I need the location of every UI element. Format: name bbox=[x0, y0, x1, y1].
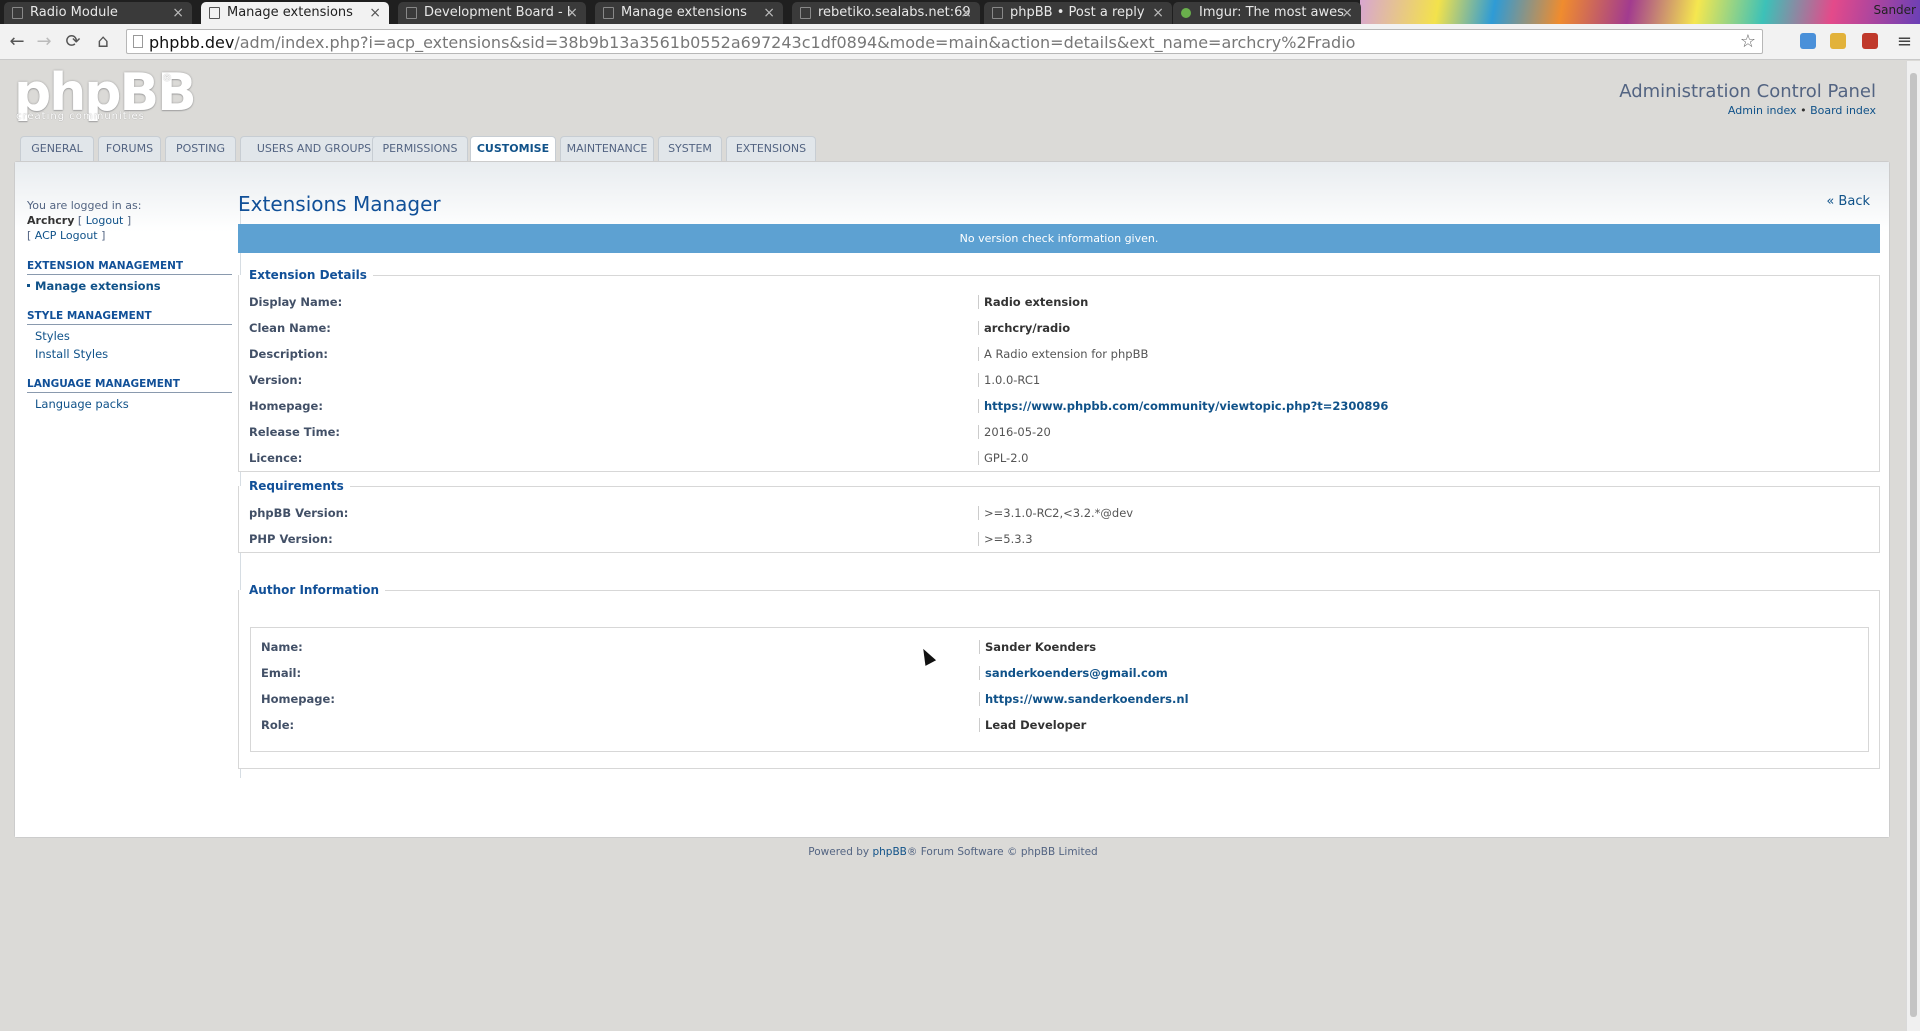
sidebar-heading-extension-management: EXTENSION MANAGEMENT bbox=[27, 260, 232, 275]
extension-icon[interactable] bbox=[1800, 33, 1816, 49]
tab-permissions[interactable]: PERMISSIONS bbox=[372, 136, 468, 161]
people-icon bbox=[992, 7, 1003, 19]
page-icon bbox=[133, 35, 143, 48]
browser-tab-3[interactable]: Development Board - I × bbox=[398, 2, 586, 24]
sidebar-item-language-packs[interactable]: Language packs bbox=[27, 393, 232, 411]
requirements-fieldset: Requirements phpBB Version: >=3.1.0-RC2,<… bbox=[238, 479, 1880, 553]
acp-title: Administration Control Panel bbox=[1619, 81, 1876, 102]
phpbb-logo[interactable]: phpBB creating communities ® bbox=[14, 63, 197, 125]
requirement-row-phpbb-version: phpBB Version: >=3.1.0-RC2,<3.2.*@dev bbox=[249, 506, 1134, 520]
logout-link[interactable]: Logout bbox=[86, 214, 124, 227]
requirements-legend: Requirements bbox=[249, 479, 344, 493]
browser-toolbar: ← → ⟳ ⌂ phpbb.dev/adm/index.php?i=acp_ex… bbox=[0, 24, 1920, 60]
close-icon[interactable]: × bbox=[960, 2, 972, 24]
tab-posting[interactable]: POSTING bbox=[165, 136, 236, 161]
page-icon bbox=[406, 7, 417, 19]
profile-name[interactable]: Sander bbox=[1873, 3, 1916, 17]
theme-artwork bbox=[1360, 0, 1920, 24]
sidebar-item-styles[interactable]: Styles bbox=[27, 325, 232, 343]
main-content: Extensions Manager « Back No version che… bbox=[238, 192, 1880, 769]
browser-tab-5[interactable]: rebetiko.sealabs.net:69 × bbox=[792, 2, 980, 24]
sidebar-heading-language-management: LANGUAGE MANAGEMENT bbox=[27, 378, 232, 393]
board-index-link[interactable]: Board index bbox=[1810, 104, 1876, 117]
author-homepage-link[interactable]: https://www.sanderkoenders.nl bbox=[979, 692, 1189, 706]
author-email-link[interactable]: sanderkoenders@gmail.com bbox=[979, 666, 1168, 680]
bookmark-star-icon[interactable]: ☆ bbox=[1740, 31, 1756, 52]
extension-details-fieldset: Extension Details Display Name: Radio ext… bbox=[238, 268, 1880, 472]
acp-logout-link[interactable]: ACP Logout bbox=[35, 229, 98, 242]
author-row-role: Role: Lead Developer bbox=[261, 718, 1087, 732]
page-icon bbox=[800, 7, 811, 19]
author-information-legend: Author Information bbox=[249, 583, 380, 597]
detail-row-homepage: Homepage: https://www.phpbb.com/community… bbox=[249, 399, 1389, 413]
tab-general[interactable]: GENERAL bbox=[20, 136, 94, 161]
content-panel: You are logged in as: Archcry [ Logout ]… bbox=[14, 161, 1890, 838]
author-row-name: Name: Sander Koenders bbox=[261, 640, 1097, 654]
imgur-icon bbox=[1181, 8, 1191, 18]
page-icon bbox=[12, 7, 23, 19]
username: Archcry bbox=[27, 214, 75, 227]
back-arrow-icon[interactable]: ← bbox=[6, 31, 28, 53]
author-information-fieldset: Author Information Name: Sander Koenders … bbox=[238, 583, 1880, 769]
extension-icon[interactable] bbox=[1830, 33, 1846, 49]
close-icon[interactable]: × bbox=[172, 2, 184, 24]
tab-system[interactable]: SYSTEM bbox=[658, 136, 722, 161]
requirement-row-php-version: PHP Version: >=5.3.3 bbox=[249, 532, 1033, 546]
browser-menu-icon[interactable]: ≡ bbox=[1897, 31, 1912, 52]
browser-tab-2[interactable]: Manage extensions × bbox=[201, 2, 389, 24]
scrollbar-thumb[interactable] bbox=[1910, 73, 1917, 1017]
close-icon[interactable]: × bbox=[1152, 2, 1164, 24]
home-icon[interactable]: ⌂ bbox=[92, 31, 114, 53]
close-icon[interactable]: × bbox=[369, 2, 381, 24]
detail-row-display-name: Display Name: Radio extension bbox=[249, 295, 1089, 309]
detail-row-version: Version: 1.0.0-RC1 bbox=[249, 373, 1041, 387]
address-bar[interactable]: phpbb.dev/adm/index.php?i=acp_extensions… bbox=[126, 29, 1763, 54]
separator: • bbox=[1800, 104, 1807, 117]
browser-tab-7[interactable]: Imgur: The most awes × bbox=[1173, 2, 1361, 24]
sidebar-item-install-styles[interactable]: Install Styles bbox=[27, 343, 232, 361]
author-row-email: Email: sanderkoenders@gmail.com bbox=[261, 666, 1168, 680]
page-icon bbox=[209, 7, 220, 19]
admin-index-link[interactable]: Admin index bbox=[1728, 104, 1797, 117]
detail-row-licence: Licence: GPL-2.0 bbox=[249, 451, 1029, 465]
browser-tab-4[interactable]: Manage extensions × bbox=[595, 2, 783, 24]
browser-tab-strip: Radio Module × Manage extensions × Develop… bbox=[0, 0, 1920, 24]
tab-forums[interactable]: FORUMS bbox=[98, 136, 161, 161]
tab-maintenance[interactable]: MAINTENANCE bbox=[560, 136, 654, 161]
extension-details-legend: Extension Details bbox=[249, 268, 367, 282]
tab-customise[interactable]: CUSTOMISE bbox=[470, 136, 556, 163]
url-text[interactable]: phpbb.dev/adm/index.php?i=acp_extensions… bbox=[149, 33, 1355, 52]
phpbb-footer-link[interactable]: phpBB bbox=[872, 846, 906, 858]
sidebar-heading-style-management: STYLE MANAGEMENT bbox=[27, 310, 232, 325]
close-icon[interactable]: × bbox=[763, 2, 775, 24]
close-icon[interactable]: × bbox=[566, 2, 578, 24]
sidebar: You are logged in as: Archcry [ Logout ]… bbox=[27, 198, 241, 778]
detail-row-description: Description: A Radio extension for phpBB bbox=[249, 347, 1149, 361]
page-title: Extensions Manager bbox=[238, 192, 441, 216]
detail-row-clean-name: Clean Name: archcry/radio bbox=[249, 321, 1071, 335]
reload-icon[interactable]: ⟳ bbox=[62, 31, 84, 53]
header-links: Admin index • Board index bbox=[1728, 104, 1876, 117]
version-check-notice: No version check information given. bbox=[238, 224, 1880, 253]
browser-tab-6[interactable]: phpBB • Post a reply × bbox=[984, 2, 1172, 24]
tab-extensions[interactable]: EXTENSIONS bbox=[726, 136, 816, 161]
sidebar-item-manage-extensions[interactable]: Manage extensions bbox=[27, 275, 232, 293]
page-icon bbox=[603, 7, 614, 19]
extension-icon[interactable] bbox=[1862, 33, 1878, 49]
homepage-link[interactable]: https://www.phpbb.com/community/viewtopi… bbox=[978, 399, 1388, 413]
back-link[interactable]: « Back bbox=[1826, 194, 1870, 209]
author-box: Name: Sander Koenders Email: sanderkoender… bbox=[250, 627, 1869, 752]
close-icon[interactable]: × bbox=[1341, 2, 1353, 24]
detail-row-release-time: Release Time: 2016-05-20 bbox=[249, 425, 1051, 439]
browser-tab-1[interactable]: Radio Module × bbox=[4, 2, 192, 24]
forward-arrow-icon[interactable]: → bbox=[33, 31, 55, 53]
author-row-homepage: Homepage: https://www.sanderkoenders.nl bbox=[261, 692, 1189, 706]
page-footer: Powered by phpBB® Forum Software © phpBB… bbox=[808, 846, 1098, 858]
vertical-scrollbar[interactable] bbox=[1906, 61, 1920, 1031]
page: phpBB creating communities ® Administrat… bbox=[0, 61, 1906, 1031]
tab-users-and-groups[interactable]: USERS AND GROUPS bbox=[240, 136, 388, 161]
login-info: You are logged in as: Archcry [ Logout ]… bbox=[27, 199, 142, 242]
